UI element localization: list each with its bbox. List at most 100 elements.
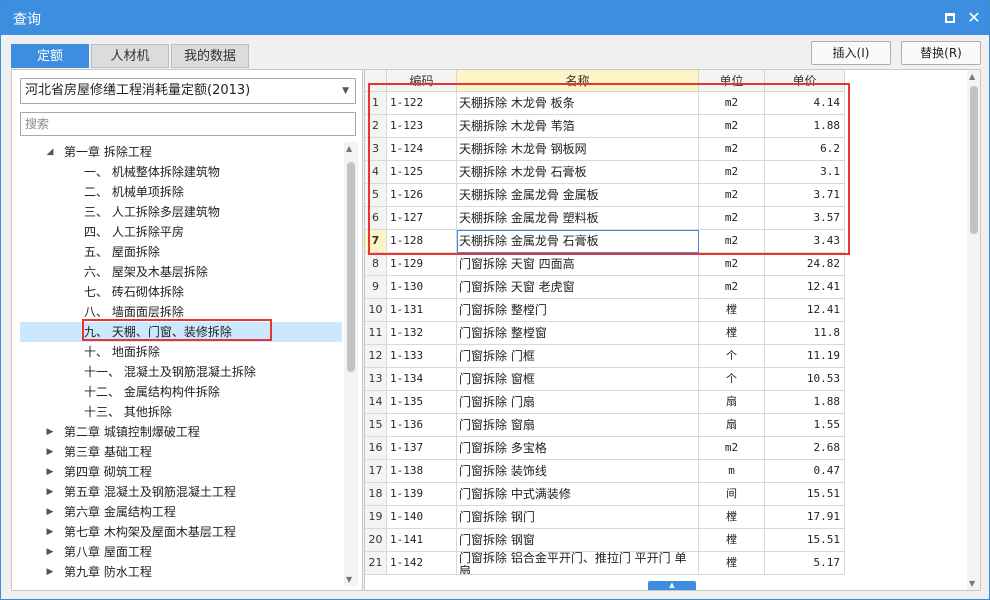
- name-cell[interactable]: 门窗拆除 整樘窗: [457, 322, 699, 345]
- name-cell[interactable]: 天棚拆除 金属龙骨 金属板: [457, 184, 699, 207]
- price-cell[interactable]: 3.71: [765, 184, 845, 207]
- table-row[interactable]: 13 1-134 门窗拆除 窗框个 10.53: [365, 368, 845, 391]
- tree-scrollbar[interactable]: ▲ ▼: [344, 142, 358, 586]
- table-row[interactable]: 4 1-125 天棚拆除 木龙骨 石膏板 m2 3.1: [365, 161, 845, 184]
- scroll-down-icon[interactable]: ▼: [346, 575, 352, 584]
- tree-chapter-item[interactable]: ◢ 第一章 拆除工程: [20, 142, 342, 162]
- name-cell[interactable]: 门窗拆除 中式满装修: [457, 483, 699, 506]
- unit-cell[interactable]: 樘: [699, 299, 765, 322]
- column-header-name[interactable]: 名称: [457, 70, 699, 92]
- tree-section-item[interactable]: 十、 地面拆除: [20, 342, 342, 362]
- price-cell[interactable]: 6.2: [765, 138, 845, 161]
- title-bar[interactable]: 查询 ✕: [1, 1, 989, 35]
- code-cell[interactable]: 1-125: [387, 161, 457, 184]
- table-row[interactable]: 6 1-127 天棚拆除 金属龙骨 塑料板 m2 3.57: [365, 207, 845, 230]
- code-cell[interactable]: 1-138: [387, 460, 457, 483]
- collapsed-triangle-icon[interactable]: ▶: [44, 502, 56, 522]
- scroll-up-icon[interactable]: ▲: [969, 72, 975, 81]
- code-cell[interactable]: 1-127: [387, 207, 457, 230]
- price-cell[interactable]: 17.91: [765, 506, 845, 529]
- tree-chapter-item[interactable]: ▶ 第七章 木构架及屋面木基层工程: [20, 522, 342, 542]
- table-row[interactable]: 10 1-131 门窗拆除 整樘门樘 12.41: [365, 299, 845, 322]
- price-cell[interactable]: 12.41: [765, 299, 845, 322]
- table-row[interactable]: 2 1-123 天棚拆除 木龙骨 苇箔 m2 1.88: [365, 115, 845, 138]
- table-row[interactable]: 14 1-135 门窗拆除 门扇扇 1.88: [365, 391, 845, 414]
- code-cell[interactable]: 1-129: [387, 253, 457, 276]
- unit-cell[interactable]: m2: [699, 115, 765, 138]
- table-row[interactable]: 8 1-129 门窗拆除 天窗 四面高 m2 24.82: [365, 253, 845, 276]
- table-row[interactable]: 17 1-138 门窗拆除 装饰线 m 0.47: [365, 460, 845, 483]
- name-cell[interactable]: 天棚拆除 金属龙骨 石膏板: [457, 230, 699, 253]
- name-cell[interactable]: 门窗拆除 整樘门: [457, 299, 699, 322]
- tab-labor-material-machine[interactable]: 人材机: [91, 44, 169, 68]
- scroll-thumb[interactable]: [970, 86, 978, 234]
- code-cell[interactable]: 1-122: [387, 92, 457, 115]
- price-cell[interactable]: 3.1: [765, 161, 845, 184]
- splitter-grip-icon[interactable]: ▲: [648, 581, 696, 590]
- price-cell[interactable]: 1.88: [765, 391, 845, 414]
- collapsed-triangle-icon[interactable]: ▶: [44, 562, 56, 582]
- unit-cell[interactable]: 扇: [699, 414, 765, 437]
- maximize-button[interactable]: [939, 7, 961, 29]
- grid-scrollbar[interactable]: ▲ ▼: [967, 70, 980, 590]
- collapsed-triangle-icon[interactable]: ▶: [44, 422, 56, 442]
- scroll-up-icon[interactable]: ▲: [346, 144, 352, 153]
- price-cell[interactable]: 12.41: [765, 276, 845, 299]
- tab-my-data[interactable]: 我的数据: [171, 44, 249, 68]
- tree-section-item[interactable]: 十一、 混凝土及钢筋混凝土拆除: [20, 362, 342, 382]
- unit-cell[interactable]: 樘: [699, 322, 765, 345]
- tree-section-item[interactable]: 七、 砖石砌体拆除: [20, 282, 342, 302]
- unit-cell[interactable]: m2: [699, 230, 765, 253]
- unit-cell[interactable]: m2: [699, 161, 765, 184]
- code-cell[interactable]: 1-139: [387, 483, 457, 506]
- price-cell[interactable]: 15.51: [765, 529, 845, 552]
- name-cell[interactable]: 门窗拆除 装饰线: [457, 460, 699, 483]
- close-button[interactable]: ✕: [963, 7, 985, 29]
- price-cell[interactable]: 2.68: [765, 437, 845, 460]
- collapsed-triangle-icon[interactable]: ▶: [44, 542, 56, 562]
- table-row[interactable]: 16 1-137 门窗拆除 多宝格 m2 2.68: [365, 437, 845, 460]
- name-cell[interactable]: 门窗拆除 天窗 四面高: [457, 253, 699, 276]
- replace-button[interactable]: 替换(R): [901, 41, 981, 65]
- table-row[interactable]: 12 1-133 门窗拆除 门框个 11.19: [365, 345, 845, 368]
- code-cell[interactable]: 1-137: [387, 437, 457, 460]
- table-row[interactable]: 18 1-139 门窗拆除 中式满装修间 15.51: [365, 483, 845, 506]
- price-cell[interactable]: 5.17: [765, 552, 845, 575]
- tree-chapter-item[interactable]: ▶ 第五章 混凝土及钢筋混凝土工程: [20, 482, 342, 502]
- price-cell[interactable]: 3.43: [765, 230, 845, 253]
- code-cell[interactable]: 1-130: [387, 276, 457, 299]
- tree-chapter-item[interactable]: ▶ 第八章 屋面工程: [20, 542, 342, 562]
- name-cell[interactable]: 天棚拆除 木龙骨 板条: [457, 92, 699, 115]
- name-cell[interactable]: 门窗拆除 门扇: [457, 391, 699, 414]
- code-cell[interactable]: 1-126: [387, 184, 457, 207]
- name-cell[interactable]: 门窗拆除 铝合金平开门、推拉门 平开门 单扇: [457, 552, 699, 575]
- unit-cell[interactable]: 个: [699, 368, 765, 391]
- collapsed-triangle-icon[interactable]: ▶: [44, 442, 56, 462]
- table-row[interactable]: 1 1-122 天棚拆除 木龙骨 板条 m2 4.14: [365, 92, 845, 115]
- price-cell[interactable]: 1.88: [765, 115, 845, 138]
- unit-cell[interactable]: 樘: [699, 506, 765, 529]
- table-row[interactable]: 20 1-141 门窗拆除 钢窗樘 15.51: [365, 529, 845, 552]
- code-cell[interactable]: 1-136: [387, 414, 457, 437]
- column-header-unit[interactable]: 单位: [699, 70, 765, 92]
- code-cell[interactable]: 1-131: [387, 299, 457, 322]
- name-cell[interactable]: 门窗拆除 门框: [457, 345, 699, 368]
- collapsed-triangle-icon[interactable]: ▶: [44, 522, 56, 542]
- tree-chapter-item[interactable]: ▶ 第四章 砌筑工程: [20, 462, 342, 482]
- price-cell[interactable]: 10.53: [765, 368, 845, 391]
- tree-chapter-item[interactable]: ▶ 第九章 防水工程: [20, 562, 342, 582]
- code-cell[interactable]: 1-135: [387, 391, 457, 414]
- name-cell[interactable]: 门窗拆除 天窗 老虎窗: [457, 276, 699, 299]
- name-cell[interactable]: 门窗拆除 窗扇: [457, 414, 699, 437]
- code-cell[interactable]: 1-142: [387, 552, 457, 575]
- expanded-triangle-icon[interactable]: ◢: [44, 142, 56, 162]
- scroll-thumb[interactable]: [347, 162, 355, 372]
- column-header-price[interactable]: 单价: [765, 70, 845, 92]
- name-cell[interactable]: 门窗拆除 钢门: [457, 506, 699, 529]
- unit-cell[interactable]: m2: [699, 437, 765, 460]
- code-cell[interactable]: 1-134: [387, 368, 457, 391]
- table-row[interactable]: 15 1-136 门窗拆除 窗扇扇 1.55: [365, 414, 845, 437]
- price-cell[interactable]: 24.82: [765, 253, 845, 276]
- price-cell[interactable]: 1.55: [765, 414, 845, 437]
- price-cell[interactable]: 0.47: [765, 460, 845, 483]
